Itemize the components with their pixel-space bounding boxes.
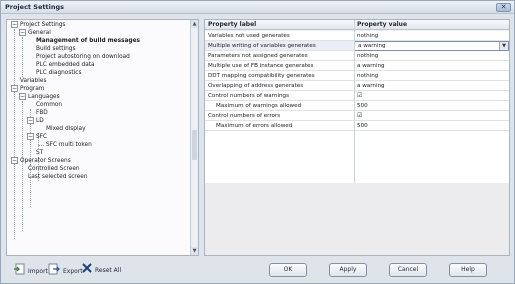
tree-item-general[interactable]: General — [28, 29, 51, 37]
tree-item-operator-screens[interactable]: Operator Screens — [20, 157, 71, 165]
checkbox-control-errors[interactable]: ☑ — [357, 112, 362, 119]
scroll-up-icon[interactable]: ▲ — [191, 20, 198, 28]
property-row[interactable]: Maximum of errors allowed 500 — [205, 121, 509, 131]
property-value[interactable]: 500 — [357, 123, 368, 129]
tree-scrollbar[interactable]: ▲ ▼ — [190, 20, 198, 255]
grid-header: Property label Property value — [205, 20, 509, 30]
property-label: Parameters not assigned generates — [208, 53, 308, 59]
apply-button[interactable]: Apply — [329, 263, 367, 277]
property-label: Maximum of errors allowed — [216, 123, 293, 129]
tree-item-project-autostoring[interactable]: Project autostoring on download — [36, 53, 130, 61]
reset-all-label: Reset All — [95, 267, 122, 274]
expander-general[interactable]: − — [19, 29, 26, 36]
property-value[interactable]: nothing — [357, 33, 378, 39]
grid-blank-area — [205, 131, 509, 183]
tree-item-sfc-multi-token[interactable]: SFC multi token — [46, 141, 92, 149]
import-icon — [13, 263, 25, 281]
tree-item-ld[interactable]: LD — [36, 117, 44, 125]
column-header-value[interactable]: Property value — [357, 21, 407, 28]
close-button[interactable]: ✕ — [496, 3, 511, 12]
expander-program[interactable]: − — [11, 85, 18, 92]
tree-item-controlled-screen[interactable]: Controlled Screen — [28, 165, 80, 173]
property-row[interactable]: Control numbers of errors ☑ — [205, 111, 509, 121]
tree-item-program[interactable]: Program — [20, 85, 44, 93]
property-label: Control numbers of errors — [208, 113, 281, 119]
dropdown-selected-value: a warning — [358, 43, 386, 49]
export-button[interactable]: Export — [48, 263, 83, 277]
export-icon — [48, 263, 60, 281]
import-label: Import — [28, 268, 48, 275]
tree-connector — [22, 101, 23, 231]
close-icon: ✕ — [500, 3, 507, 11]
tree-item-management-of-build-messages[interactable]: Management of build messages — [36, 37, 140, 45]
property-label: Maximum of warnings allowed — [216, 103, 302, 109]
expander-sfc[interactable]: − — [27, 133, 34, 140]
tree-item-fbd[interactable]: FBD — [36, 109, 48, 117]
property-row[interactable]: Multiple use of FB instance generates a … — [205, 61, 509, 71]
property-value-dropdown[interactable]: a warning ▼ — [354, 41, 509, 51]
tree-item-variables[interactable]: Variables — [20, 77, 47, 85]
tree-item-sfc[interactable]: SFC — [36, 133, 47, 141]
scroll-thumb[interactable] — [192, 130, 197, 160]
property-label: Control numbers of warnings — [208, 93, 290, 99]
property-row[interactable]: Parameters not assigned generates nothin… — [205, 51, 509, 61]
tree-connector — [14, 29, 15, 239]
title-bar: Project Settings ✕ — [1, 1, 514, 14]
property-value[interactable]: a warning — [357, 63, 385, 69]
tree-item-common[interactable]: Common — [36, 101, 62, 109]
import-button[interactable]: Import — [13, 263, 48, 277]
tree-item-build-settings[interactable]: Build settings — [36, 45, 76, 53]
expander-project-settings[interactable]: − — [11, 21, 18, 28]
chevron-down-icon[interactable]: ▼ — [499, 42, 508, 50]
property-value[interactable]: nothing — [357, 73, 378, 79]
property-row[interactable]: Multiple writing of variables generates … — [205, 41, 509, 51]
property-value[interactable]: 500 — [357, 103, 368, 109]
property-row[interactable]: Overlapping of address generates a warni… — [205, 81, 509, 91]
property-label: Variables not used generates — [208, 33, 290, 39]
expander-languages[interactable]: − — [19, 93, 26, 100]
property-row[interactable]: Maximum of warnings allowed 500 — [205, 101, 509, 111]
property-label: Multiple writing of variables generates — [208, 43, 316, 49]
scroll-down-icon[interactable]: ▼ — [191, 247, 198, 255]
column-divider[interactable] — [354, 20, 355, 183]
property-row[interactable]: Variables not used generates nothing — [205, 31, 509, 41]
export-label: Export — [63, 268, 83, 275]
tree-connector — [38, 145, 44, 146]
tree-connector — [22, 37, 23, 77]
property-row[interactable]: Control numbers of warnings ☑ — [205, 91, 509, 101]
property-label: DDT mapping compatibility generates — [208, 73, 315, 79]
property-value[interactable]: a warning — [357, 83, 385, 89]
property-label: Overlapping of address generates — [208, 83, 304, 89]
tree-item-st[interactable]: ST — [36, 149, 43, 157]
tree-item-languages[interactable]: Languages — [28, 93, 60, 101]
expander-ld[interactable]: − — [27, 117, 34, 124]
tree-item-plc-diagnostics[interactable]: PLC diagnostics — [36, 69, 81, 77]
dialog-footer: Import Export Reset All OK Apply Cancel … — [1, 258, 514, 284]
property-grid: Property label Property value Variables … — [204, 19, 510, 256]
column-header-label[interactable]: Property label — [208, 21, 256, 28]
property-value[interactable]: nothing — [357, 53, 378, 59]
project-settings-dialog: Project Settings ✕ − Project Settings − … — [0, 0, 515, 284]
grid-empty-area — [205, 183, 509, 255]
help-button[interactable]: Help — [449, 263, 487, 277]
property-row[interactable]: DDT mapping compatibility generates noth… — [205, 71, 509, 81]
checkbox-control-warnings[interactable]: ☑ — [357, 92, 362, 99]
tree-item-project-settings[interactable]: Project Settings — [20, 21, 65, 29]
expander-operator-screens[interactable]: − — [11, 157, 18, 164]
ok-button[interactable]: OK — [269, 263, 307, 277]
window-title: Project Settings — [5, 3, 64, 11]
reset-all-icon — [82, 263, 92, 279]
cancel-button[interactable]: Cancel — [389, 263, 427, 277]
settings-tree: − Project Settings − General Management … — [6, 19, 199, 256]
tree-item-last-selected-screen[interactable]: Last selected screen — [28, 173, 88, 181]
tree-item-plc-embedded-data[interactable]: PLC embedded data — [36, 61, 95, 69]
tree-item-mixed-display[interactable]: Mixed display — [46, 125, 86, 133]
property-label: Multiple use of FB instance generates — [208, 63, 314, 69]
reset-all-button[interactable]: Reset All — [82, 263, 121, 277]
